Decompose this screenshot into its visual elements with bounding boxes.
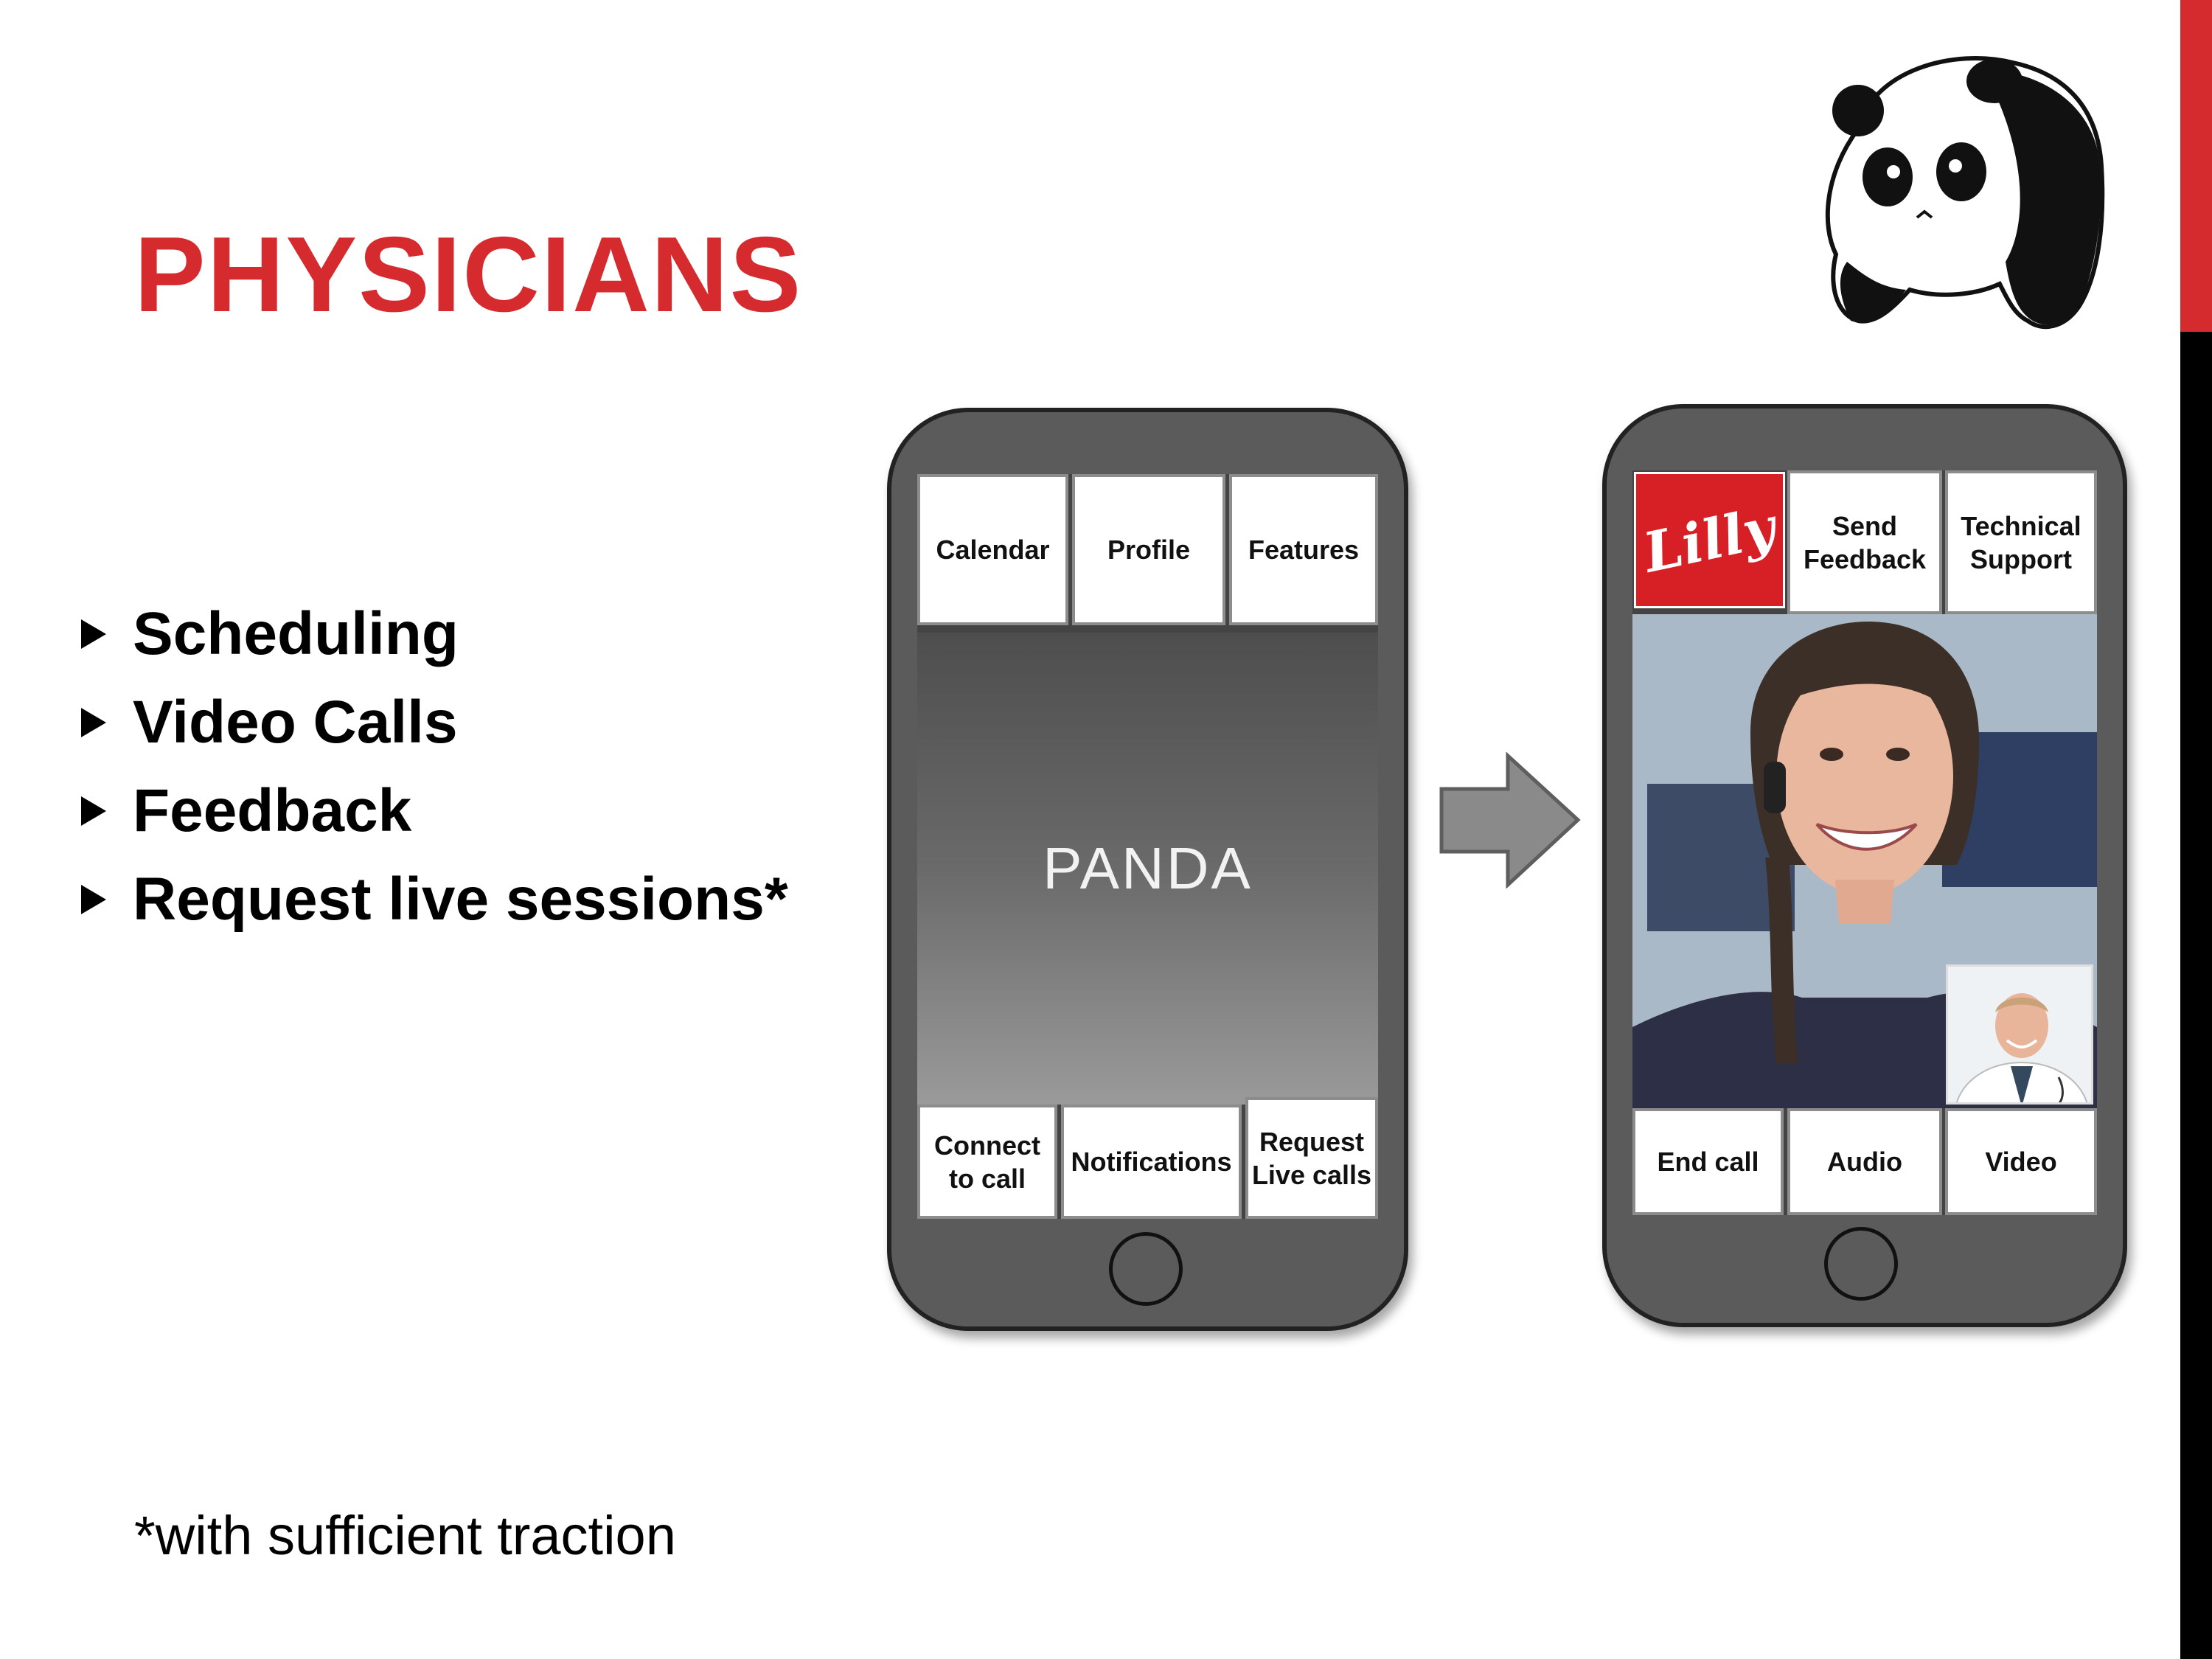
panda-splash: PANDA [917,633,1378,1105]
panda-mascot-icon [1825,56,2105,330]
bullet-triangle-icon [81,708,106,737]
phone-call-mockup: Lilly Send Feedback Technical Support En… [1602,404,2127,1327]
bullet-item: Request live sessions* [81,855,788,944]
bullet-item: Feedback [81,767,788,855]
lilly-logo: Lilly [1634,472,1785,608]
bullet-triangle-icon [81,885,106,914]
audio-button[interactable]: Audio [1787,1108,1942,1215]
calendar-button[interactable]: Calendar [917,474,1068,625]
accent-bar-red [2180,0,2212,332]
bullet-item: Video Calls [81,678,788,767]
home-button[interactable] [1824,1227,1898,1301]
notifications-button[interactable]: Notifications [1061,1105,1242,1219]
bullet-triangle-icon [81,619,106,649]
end-call-button[interactable]: End call [1632,1108,1784,1215]
right-arrow-icon [1439,752,1581,888]
phone-call-screen: Lilly Send Feedback Technical Support En… [1632,470,2097,1215]
phone-home-screen: Calendar Profile Features PANDA Connect … [917,474,1378,1219]
video-call-feed [1632,614,2097,1108]
features-button[interactable]: Features [1229,474,1378,625]
footnote: *with sufficient traction [134,1505,676,1566]
connect-to-call-button[interactable]: Connect to call [917,1105,1057,1219]
accent-bar-black [2180,332,2212,1659]
phone-home-mockup: Calendar Profile Features PANDA Connect … [887,408,1408,1331]
send-feedback-button[interactable]: Send Feedback [1787,470,1942,614]
bullet-triangle-icon [81,796,106,826]
splash-wordmark: PANDA [1043,835,1253,901]
home-button[interactable] [1109,1232,1183,1306]
feature-bullet-list: Scheduling Video Calls Feedback Request … [81,590,788,944]
request-live-calls-button[interactable]: Request Live calls [1245,1097,1378,1219]
self-view-video [1946,964,2093,1105]
profile-button[interactable]: Profile [1072,474,1225,625]
technical-support-button[interactable]: Technical Support [1945,470,2097,614]
slide-title: PHYSICIANS [134,215,803,334]
doctor-self-view-image [1948,967,2091,1102]
bullet-item: Scheduling [81,590,788,678]
video-button[interactable]: Video [1945,1108,2097,1215]
